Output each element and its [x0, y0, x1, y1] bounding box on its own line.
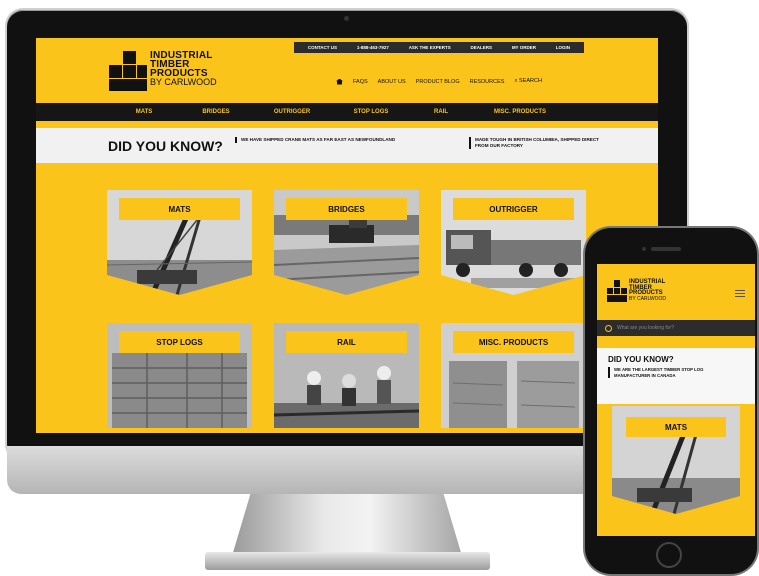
mobile-tile-mats[interactable]: MATS	[612, 406, 740, 514]
tile-outrigger[interactable]: OUTRIGGER	[441, 190, 586, 295]
home-icon[interactable]	[336, 78, 343, 85]
logo-wordmark[interactable]: INDUSTRIAL TIMBER PRODUCTS BY CARLWOOD	[150, 51, 217, 87]
nav-search[interactable]: ⌕ SEARCH	[514, 78, 542, 85]
category-bridges[interactable]: BRIDGES	[180, 109, 252, 115]
my-order-link[interactable]: MY ORDER	[512, 45, 536, 50]
category-stop-logs[interactable]: STOP LOGS	[332, 109, 410, 115]
monitor-stand-base	[205, 552, 490, 570]
tile-mats[interactable]: MATS	[107, 190, 252, 295]
nav-resources[interactable]: RESOURCES	[470, 79, 505, 85]
category-mats[interactable]: MATS	[108, 109, 180, 115]
tile-stop-logs[interactable]: STOP LOGS	[107, 323, 252, 428]
mobile-logo-wordmark[interactable]: INDUSTRIAL TIMBER PRODUCTS BY CARLWOOD	[629, 279, 666, 302]
phone-home-button[interactable]	[656, 542, 682, 568]
mobile-did-you-know-title: DID YOU KNOW?	[608, 355, 674, 364]
tile-rail-label: RAIL	[286, 331, 407, 353]
nav-product-blog[interactable]: PRODUCT BLOG	[416, 79, 460, 85]
mobile-search-input[interactable]: What are you looking for?	[597, 320, 755, 336]
dealers-link[interactable]: DEALERS	[471, 45, 493, 50]
mobile-search-placeholder: What are you looking for?	[617, 325, 674, 331]
tile-bridges-label: BRIDGES	[286, 198, 407, 220]
tile-misc-products[interactable]: MISC. PRODUCTS	[441, 323, 586, 428]
phone-speaker	[651, 247, 681, 251]
logo-mark[interactable]	[109, 51, 147, 91]
category-rail[interactable]: RAIL	[410, 109, 472, 115]
tile-stop-logs-label: STOP LOGS	[119, 331, 240, 353]
desktop-website: CONTACT US 1-888-463-7927 ASK THE EXPERT…	[36, 38, 658, 433]
mobile-website: INDUSTRIAL TIMBER PRODUCTS BY CARLWOOD W…	[597, 264, 755, 536]
phone-camera	[642, 247, 646, 251]
did-you-know-title: DID YOU KNOW?	[108, 138, 223, 154]
contact-us-link[interactable]: CONTACT US	[308, 45, 337, 50]
tile-mats-label: MATS	[119, 198, 240, 220]
ask-experts-link[interactable]: ASK THE EXPERTS	[409, 45, 451, 50]
tile-rail[interactable]: RAIL	[274, 323, 419, 428]
did-you-know-strip: DID YOU KNOW? WE HAVE SHIPPED CRANE MATS…	[36, 128, 658, 163]
main-nav: FAQS ABOUT US PRODUCT BLOG RESOURCES ⌕ S…	[336, 78, 542, 85]
nav-faqs[interactable]: FAQS	[353, 79, 368, 85]
category-outrigger[interactable]: OUTRIGGER	[252, 109, 332, 115]
monitor-camera	[344, 16, 349, 21]
monitor-stand	[232, 494, 462, 556]
tile-outrigger-label: OUTRIGGER	[453, 198, 574, 220]
nav-about-us[interactable]: ABOUT US	[378, 79, 406, 85]
did-you-know-fact: WE HAVE SHIPPED CRANE MATS AS FAR EAST A…	[235, 137, 401, 143]
mobile-tile-mats-label: MATS	[626, 417, 726, 437]
category-bar: MATS BRIDGES OUTRIGGER STOP LOGS RAIL MI…	[36, 103, 658, 121]
tile-bridges[interactable]: BRIDGES	[274, 190, 419, 295]
utility-bar: CONTACT US 1-888-463-7927 ASK THE EXPERT…	[294, 42, 584, 53]
phone-link[interactable]: 1-888-463-7927	[357, 45, 389, 50]
mobile-did-you-know: DID YOU KNOW? WE ARE THE LARGEST TIMBER …	[597, 348, 755, 404]
category-misc-products[interactable]: MISC. PRODUCTS	[472, 109, 568, 115]
mobile-logo-mark[interactable]	[607, 280, 627, 302]
made-in-bc-note: MADE TOUGH IN BRITISH COLUMBIA, SHIPPED …	[469, 137, 605, 149]
hamburger-menu-icon[interactable]	[735, 290, 745, 298]
tile-misc-products-label: MISC. PRODUCTS	[453, 331, 574, 353]
search-icon	[605, 324, 612, 332]
login-link[interactable]: LOGIN	[556, 45, 570, 50]
mobile-did-you-know-fact: WE ARE THE LARGEST TIMBER STOP LOG MANUF…	[608, 367, 734, 378]
